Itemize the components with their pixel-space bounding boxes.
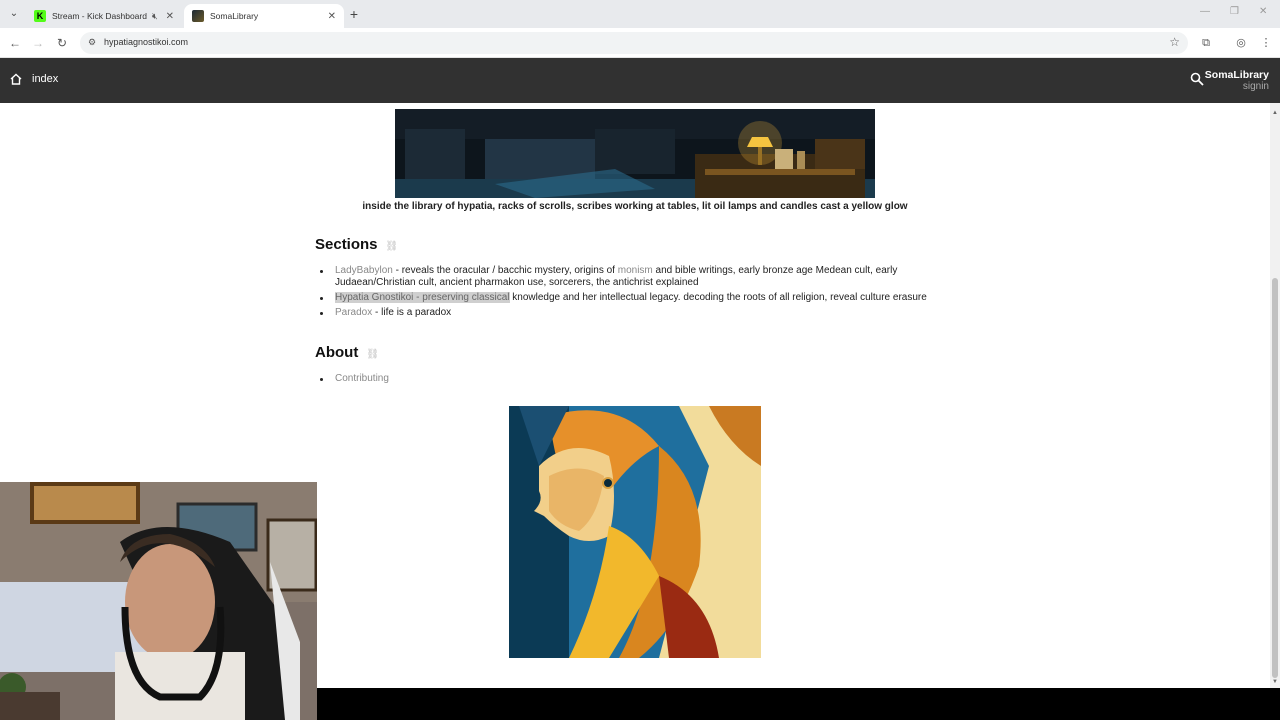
reload-icon[interactable]: ↻	[54, 35, 70, 51]
url-text[interactable]: hypatiagnostikoi.com	[104, 37, 188, 47]
new-tab-plus-icon[interactable]: +	[346, 6, 362, 22]
address-bar[interactable]: ⚙ hypatiagnostikoi.com ☆	[80, 32, 1188, 54]
close-window-icon[interactable]: ✕	[1259, 6, 1267, 17]
restore-window-icon[interactable]: ❐	[1230, 6, 1239, 17]
muted-speaker-icon[interactable]: 🔇︎	[152, 11, 158, 22]
browser-tab-bar: ⌄ K Stream - Kick Dashboard 🔇︎ ✕ SomaLib…	[0, 0, 1280, 28]
banner-caption: inside the library of hypatia, racks of …	[362, 201, 908, 212]
about-heading-text: About	[315, 344, 359, 361]
webcam-overlay-image	[0, 482, 317, 720]
sections-heading-text: Sections	[315, 236, 378, 253]
scroll-up-arrow-icon[interactable]: ▲	[1272, 110, 1278, 116]
brand-block: SomaLibrary signin	[1205, 69, 1269, 93]
site-info-icon[interactable]: ⚙	[88, 37, 96, 48]
list-item: Contributing	[315, 373, 945, 385]
profile-avatar-icon[interactable]: ◎	[1233, 35, 1249, 51]
browser-menu-kebab-icon[interactable]: ⋮	[1258, 35, 1274, 51]
tab-title: Stream - Kick Dashboard	[52, 11, 147, 21]
extensions-puzzle-icon[interactable]: ⧉	[1198, 35, 1214, 51]
scroll-thumb[interactable]	[1272, 278, 1278, 678]
tab-search-chevron-icon[interactable]: ⌄	[6, 6, 22, 22]
close-tab-icon[interactable]: ✕	[328, 11, 336, 22]
library-banner-image	[395, 109, 875, 198]
paradox-link[interactable]: Paradox	[335, 307, 372, 318]
anchor-link-icon[interactable]: ⛓	[386, 241, 399, 252]
tab-title: SomaLibrary	[210, 11, 259, 21]
kick-favicon-icon: K	[34, 10, 46, 22]
sections-list: LadyBabylon - reveals the oracular / bac…	[315, 265, 945, 322]
browser-toolbar: ← → ↻ ⚙ hypatiagnostikoi.com ☆ ⧉ ◎ ⋮	[0, 28, 1280, 58]
forward-arrow-icon[interactable]: →	[30, 35, 46, 51]
monism-link[interactable]: monism	[618, 265, 653, 276]
minimize-window-icon[interactable]: —	[1200, 6, 1210, 17]
home-icon[interactable]	[9, 72, 23, 86]
nav-index-link[interactable]: index	[32, 73, 58, 85]
contributing-link[interactable]: Contributing	[335, 373, 389, 384]
list-item: Hypatia Gnostikoi - preserving classical…	[315, 292, 945, 304]
page-scrollbar[interactable]: ▲ ▼	[1270, 103, 1280, 688]
tab-somalibrary[interactable]: SomaLibrary ✕	[184, 4, 344, 28]
ladybabylon-link[interactable]: LadyBabylon	[335, 265, 393, 276]
site-header: index SomaLibrary signin	[0, 58, 1280, 103]
sections-heading: Sections ⛓	[315, 236, 398, 253]
signin-link[interactable]: signin	[1205, 81, 1269, 93]
back-arrow-icon[interactable]: ←	[7, 35, 23, 51]
list-item-text: knowledge and her intellectual legacy. d…	[509, 292, 927, 303]
search-icon[interactable]	[1190, 72, 1204, 86]
anchor-link-icon[interactable]: ⛓	[366, 349, 379, 360]
bookmark-star-icon[interactable]: ☆	[1169, 35, 1180, 49]
list-item-text: - life is a paradox	[372, 307, 452, 318]
about-heading: About ⛓	[315, 344, 379, 361]
scroll-down-arrow-icon[interactable]: ▼	[1272, 679, 1278, 685]
list-item-text: - reveals the oracular / bacchic mystery…	[392, 265, 618, 276]
about-list: Contributing	[315, 373, 945, 388]
hypatia-gnostikoi-link[interactable]: Hypatia Gnostikoi - preserving classical	[335, 292, 510, 303]
tab-kick-dashboard[interactable]: K Stream - Kick Dashboard 🔇︎ ✕	[26, 4, 182, 28]
brand-name[interactable]: SomaLibrary	[1205, 69, 1269, 81]
hypatia-portrait-image	[509, 406, 761, 658]
somalibrary-favicon-icon	[192, 10, 204, 22]
list-item: LadyBabylon - reveals the oracular / bac…	[315, 265, 945, 289]
close-tab-icon[interactable]: ✕	[166, 11, 174, 22]
list-item: Paradox - life is a paradox	[315, 307, 945, 319]
